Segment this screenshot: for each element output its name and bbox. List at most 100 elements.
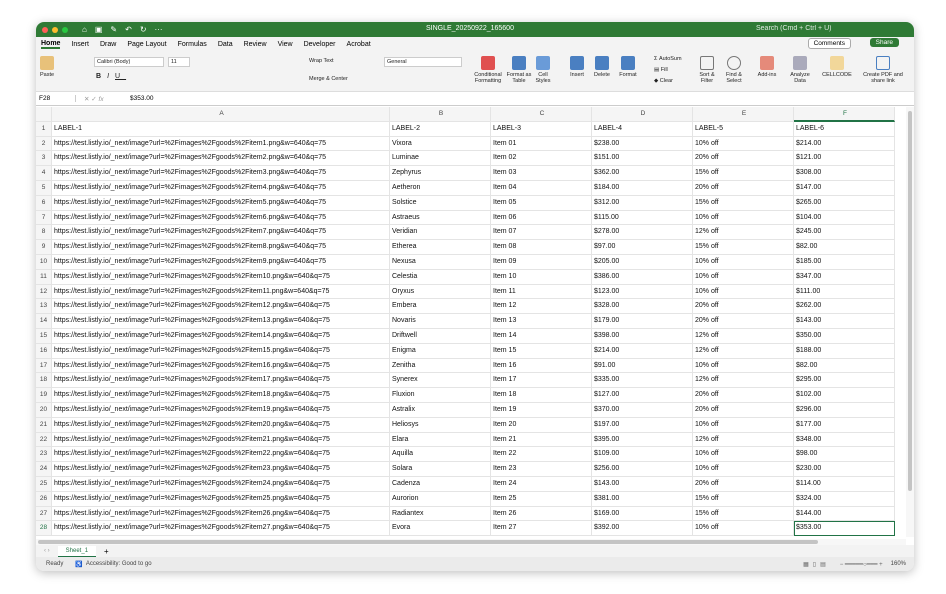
cell-f28[interactable]: $353.00 xyxy=(794,521,895,537)
cell-b21[interactable]: Heliosys xyxy=(390,417,491,433)
cell-c5[interactable]: Item 04 xyxy=(491,180,592,196)
cell-b17[interactable]: Zenitha xyxy=(390,358,491,374)
cell-c27[interactable]: Item 26 xyxy=(491,506,592,522)
cell-d18[interactable]: $335.00 xyxy=(592,373,693,389)
cell-e1[interactable]: LABEL-5 xyxy=(693,121,794,137)
save-icon[interactable]: ▣ xyxy=(95,25,103,34)
analyze-data-button[interactable]: Analyze Data xyxy=(788,56,812,84)
row-header[interactable]: 1 xyxy=(36,121,52,137)
cell-f19[interactable]: $102.00 xyxy=(794,388,895,403)
cell-e14[interactable]: 20% off xyxy=(693,314,794,329)
cell-e12[interactable]: 10% off xyxy=(693,284,794,300)
cell-d6[interactable]: $312.00 xyxy=(592,195,693,211)
tab-developer[interactable]: Developer xyxy=(304,41,336,48)
cell-b1[interactable]: LABEL-2 xyxy=(390,121,491,137)
cell-a10[interactable]: https://test.listly.io/_next/image?url=%… xyxy=(52,254,390,270)
column-header-e[interactable]: E xyxy=(693,106,794,122)
cell-styles-button[interactable]: Cell Styles xyxy=(532,56,554,84)
row-header[interactable]: 6 xyxy=(36,195,52,211)
cell-d22[interactable]: $395.00 xyxy=(592,432,693,448)
cell-d5[interactable]: $184.00 xyxy=(592,180,693,196)
sheet-tab[interactable]: Sheet_1 xyxy=(57,545,97,557)
cell-e2[interactable]: 10% off xyxy=(693,136,794,152)
cell-d8[interactable]: $278.00 xyxy=(592,225,693,241)
cell-e4[interactable]: 15% off xyxy=(693,166,794,181)
tab-acrobat[interactable]: Acrobat xyxy=(347,41,371,48)
cell-b18[interactable]: Synerex xyxy=(390,373,491,389)
cell-c15[interactable]: Item 14 xyxy=(491,328,592,344)
cell-e10[interactable]: 10% off xyxy=(693,254,794,270)
cell-d24[interactable]: $256.00 xyxy=(592,462,693,477)
merge-center-button[interactable]: Merge & Center xyxy=(309,76,348,82)
cell-f6[interactable]: $265.00 xyxy=(794,195,895,211)
cell-d4[interactable]: $362.00 xyxy=(592,166,693,181)
cell-f25[interactable]: $114.00 xyxy=(794,476,895,492)
cell-d1[interactable]: LABEL-4 xyxy=(592,121,693,137)
redo-icon[interactable]: ↻ xyxy=(140,25,147,34)
row-header[interactable]: 15 xyxy=(36,328,52,344)
cell-f26[interactable]: $324.00 xyxy=(794,491,895,507)
cell-b19[interactable]: Fluxion xyxy=(390,388,491,403)
cell-f3[interactable]: $121.00 xyxy=(794,151,895,167)
cell-f22[interactable]: $348.00 xyxy=(794,432,895,448)
cell-b4[interactable]: Zephyrus xyxy=(390,166,491,181)
wrap-text-button[interactable]: Wrap Text xyxy=(309,58,334,64)
cell-a17[interactable]: https://test.listly.io/_next/image?url=%… xyxy=(52,358,390,374)
tab-data[interactable]: Data xyxy=(218,41,233,48)
cell-f15[interactable]: $350.00 xyxy=(794,328,895,344)
cell-b3[interactable]: Luminae xyxy=(390,151,491,167)
cell-d13[interactable]: $328.00 xyxy=(592,299,693,315)
cell-a11[interactable]: https://test.listly.io/_next/image?url=%… xyxy=(52,269,390,285)
home-icon[interactable]: ⌂ xyxy=(82,25,87,34)
cell-f13[interactable]: $262.00 xyxy=(794,299,895,315)
cell-e11[interactable]: 10% off xyxy=(693,269,794,285)
cell-c25[interactable]: Item 24 xyxy=(491,476,592,492)
cell-e16[interactable]: 12% off xyxy=(693,343,794,359)
cell-d17[interactable]: $91.00 xyxy=(592,358,693,374)
create-pdf-button[interactable]: Create PDF and share link xyxy=(862,56,904,84)
cell-c28[interactable]: Item 27 xyxy=(491,521,592,537)
tab-view[interactable]: View xyxy=(278,41,293,48)
column-header-b[interactable]: B xyxy=(390,106,491,122)
cell-f17[interactable]: $82.00 xyxy=(794,358,895,374)
cell-d15[interactable]: $398.00 xyxy=(592,328,693,344)
cell-f4[interactable]: $308.00 xyxy=(794,166,895,181)
cell-f2[interactable]: $214.00 xyxy=(794,136,895,152)
cell-a4[interactable]: https://test.listly.io/_next/image?url=%… xyxy=(52,166,390,181)
search-input[interactable]: Search (Cmd + Ctrl + U) xyxy=(756,25,831,32)
row-header[interactable]: 9 xyxy=(36,240,52,255)
cell-b8[interactable]: Veridian xyxy=(390,225,491,241)
column-header-c[interactable]: C xyxy=(491,106,592,122)
add-ins-button[interactable]: Add-ins xyxy=(756,56,778,78)
cell-c18[interactable]: Item 17 xyxy=(491,373,592,389)
cell-e9[interactable]: 15% off xyxy=(693,240,794,255)
row-header[interactable]: 22 xyxy=(36,432,52,448)
cell-f1[interactable]: LABEL-6 xyxy=(794,121,895,137)
cell-d11[interactable]: $386.00 xyxy=(592,269,693,285)
row-header[interactable]: 28 xyxy=(36,521,52,537)
cell-c7[interactable]: Item 06 xyxy=(491,210,592,226)
sheet-nav-arrows[interactable]: ‹ › xyxy=(44,548,50,554)
autosum-button[interactable]: Σ AutoSum xyxy=(654,56,682,62)
formula-input[interactable]: $353.00 xyxy=(130,95,154,102)
row-header[interactable]: 23 xyxy=(36,447,52,463)
format-cells-button[interactable]: Format xyxy=(617,56,639,78)
column-header-d[interactable]: D xyxy=(592,106,693,122)
cell-b14[interactable]: Novaris xyxy=(390,314,491,329)
cell-a21[interactable]: https://test.listly.io/_next/image?url=%… xyxy=(52,417,390,433)
cell-a23[interactable]: https://test.listly.io/_next/image?url=%… xyxy=(52,447,390,463)
cell-c13[interactable]: Item 12 xyxy=(491,299,592,315)
cell-a1[interactable]: LABEL-1 xyxy=(52,121,390,137)
tab-review[interactable]: Review xyxy=(244,41,267,48)
row-header[interactable]: 16 xyxy=(36,343,52,359)
cell-e28[interactable]: 10% off xyxy=(693,521,794,537)
row-header[interactable]: 8 xyxy=(36,225,52,241)
cell-e26[interactable]: 15% off xyxy=(693,491,794,507)
bold-italic-underline-buttons[interactable]: BIU xyxy=(96,73,126,80)
cell-d12[interactable]: $123.00 xyxy=(592,284,693,300)
cell-e24[interactable]: 10% off xyxy=(693,462,794,477)
cell-d16[interactable]: $214.00 xyxy=(592,343,693,359)
delete-cells-button[interactable]: Delete xyxy=(591,56,613,78)
cell-b28[interactable]: Evora xyxy=(390,521,491,537)
row-header[interactable]: 13 xyxy=(36,299,52,315)
